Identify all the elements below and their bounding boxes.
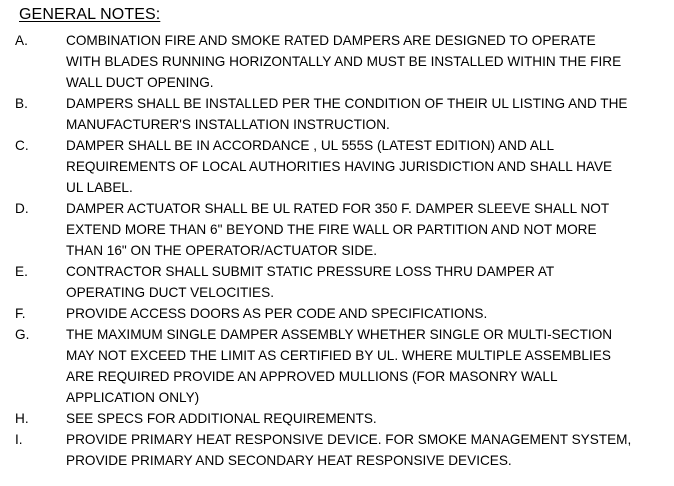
- note-text: PROVIDE ACCESS DOORS AS PER CODE AND SPE…: [66, 303, 656, 324]
- note-letter: C.: [15, 138, 29, 153]
- note-line: MANUFACTURER'S INSTALLATION INSTRUCTION.: [66, 117, 390, 132]
- note-line: APPLICATION ONLY): [66, 390, 200, 405]
- note-text: COMBINATION FIRE AND SMOKE RATED DAMPERS…: [66, 30, 656, 93]
- note-line: DAMPER SHALL BE IN ACCORDANCE , UL 555S …: [66, 138, 555, 153]
- note-line: EXTEND MORE THAN 6" BEYOND THE FIRE WALL…: [66, 222, 597, 237]
- note-item: D. DAMPER ACTUATOR SHALL BE UL RATED FOR …: [0, 198, 674, 261]
- note-text: PROVIDE PRIMARY HEAT RESPONSIVE DEVICE. …: [66, 429, 656, 471]
- note-line: DAMPER ACTUATOR SHALL BE UL RATED FOR 35…: [66, 201, 610, 216]
- note-line: MAY NOT EXCEED THE LIMIT AS CERTIFIED BY…: [66, 348, 611, 363]
- note-text: DAMPER SHALL BE IN ACCORDANCE , UL 555S …: [66, 135, 656, 198]
- note-text: DAMPER ACTUATOR SHALL BE UL RATED FOR 35…: [66, 198, 656, 261]
- note-item: H. SEE SPECS FOR ADDITIONAL REQUIREMENTS.: [0, 408, 674, 429]
- note-line: REQUIREMENTS OF LOCAL AUTHORITIES HAVING…: [66, 159, 613, 174]
- note-text: CONTRACTOR SHALL SUBMIT STATIC PRESSURE …: [66, 261, 656, 303]
- note-line: OPERATING DUCT VELOCITIES.: [66, 285, 274, 300]
- note-item: A. COMBINATION FIRE AND SMOKE RATED DAMPE…: [0, 30, 674, 93]
- note-line: DAMPERS SHALL BE INSTALLED PER THE CONDI…: [66, 96, 628, 111]
- note-letter: D.: [15, 201, 29, 216]
- note-line: SEE SPECS FOR ADDITIONAL REQUIREMENTS.: [66, 411, 377, 426]
- note-letter: H.: [15, 411, 29, 426]
- note-line: WALL DUCT OPENING.: [66, 75, 214, 90]
- notes-list: A. COMBINATION FIRE AND SMOKE RATED DAMPE…: [0, 30, 674, 471]
- note-letter: I.: [15, 432, 23, 447]
- note-line: WITH BLADES RUNNING HORIZONTALLY AND MUS…: [66, 54, 622, 69]
- note-item: C. DAMPER SHALL BE IN ACCORDANCE , UL 555…: [0, 135, 674, 198]
- note-letter: F.: [15, 306, 26, 321]
- note-line: ARE REQUIRED PROVIDE AN APPROVED MULLION…: [66, 369, 558, 384]
- note-line: CONTRACTOR SHALL SUBMIT STATIC PRESSURE …: [66, 264, 555, 279]
- note-line: PROVIDE PRIMARY HEAT RESPONSIVE DEVICE. …: [66, 432, 632, 447]
- general-notes-sheet: GENERAL NOTES: A. COMBINATION FIRE AND SM…: [0, 0, 674, 486]
- note-letter: E.: [15, 264, 28, 279]
- note-line: PROVIDE PRIMARY AND SECONDARY HEAT RESPO…: [66, 453, 512, 468]
- note-line: PROVIDE ACCESS DOORS AS PER CODE AND SPE…: [66, 306, 488, 321]
- note-text: SEE SPECS FOR ADDITIONAL REQUIREMENTS.: [66, 408, 656, 429]
- note-item: B. DAMPERS SHALL BE INSTALLED PER THE CON…: [0, 93, 674, 135]
- note-line: THAN 16" ON THE OPERATOR/ACTUATOR SIDE.: [66, 243, 377, 258]
- notes-title: GENERAL NOTES:: [19, 6, 161, 23]
- note-letter: A.: [15, 33, 28, 48]
- note-item: E. CONTRACTOR SHALL SUBMIT STATIC PRESSUR…: [0, 261, 674, 303]
- note-line: COMBINATION FIRE AND SMOKE RATED DAMPERS…: [66, 33, 596, 48]
- note-text: DAMPERS SHALL BE INSTALLED PER THE CONDI…: [66, 93, 656, 135]
- note-item: I. PROVIDE PRIMARY HEAT RESPONSIVE DEVICE…: [0, 429, 674, 471]
- note-line: UL LABEL.: [66, 180, 133, 195]
- note-line: THE MAXIMUM SINGLE DAMPER ASSEMBLY WHETH…: [66, 327, 613, 342]
- note-item: G. THE MAXIMUM SINGLE DAMPER ASSEMBLY WHE…: [0, 324, 674, 408]
- note-text: THE MAXIMUM SINGLE DAMPER ASSEMBLY WHETH…: [66, 324, 656, 408]
- note-letter: G.: [15, 327, 30, 342]
- note-item: F. PROVIDE ACCESS DOORS AS PER CODE AND S…: [0, 303, 674, 324]
- note-letter: B.: [15, 96, 28, 111]
